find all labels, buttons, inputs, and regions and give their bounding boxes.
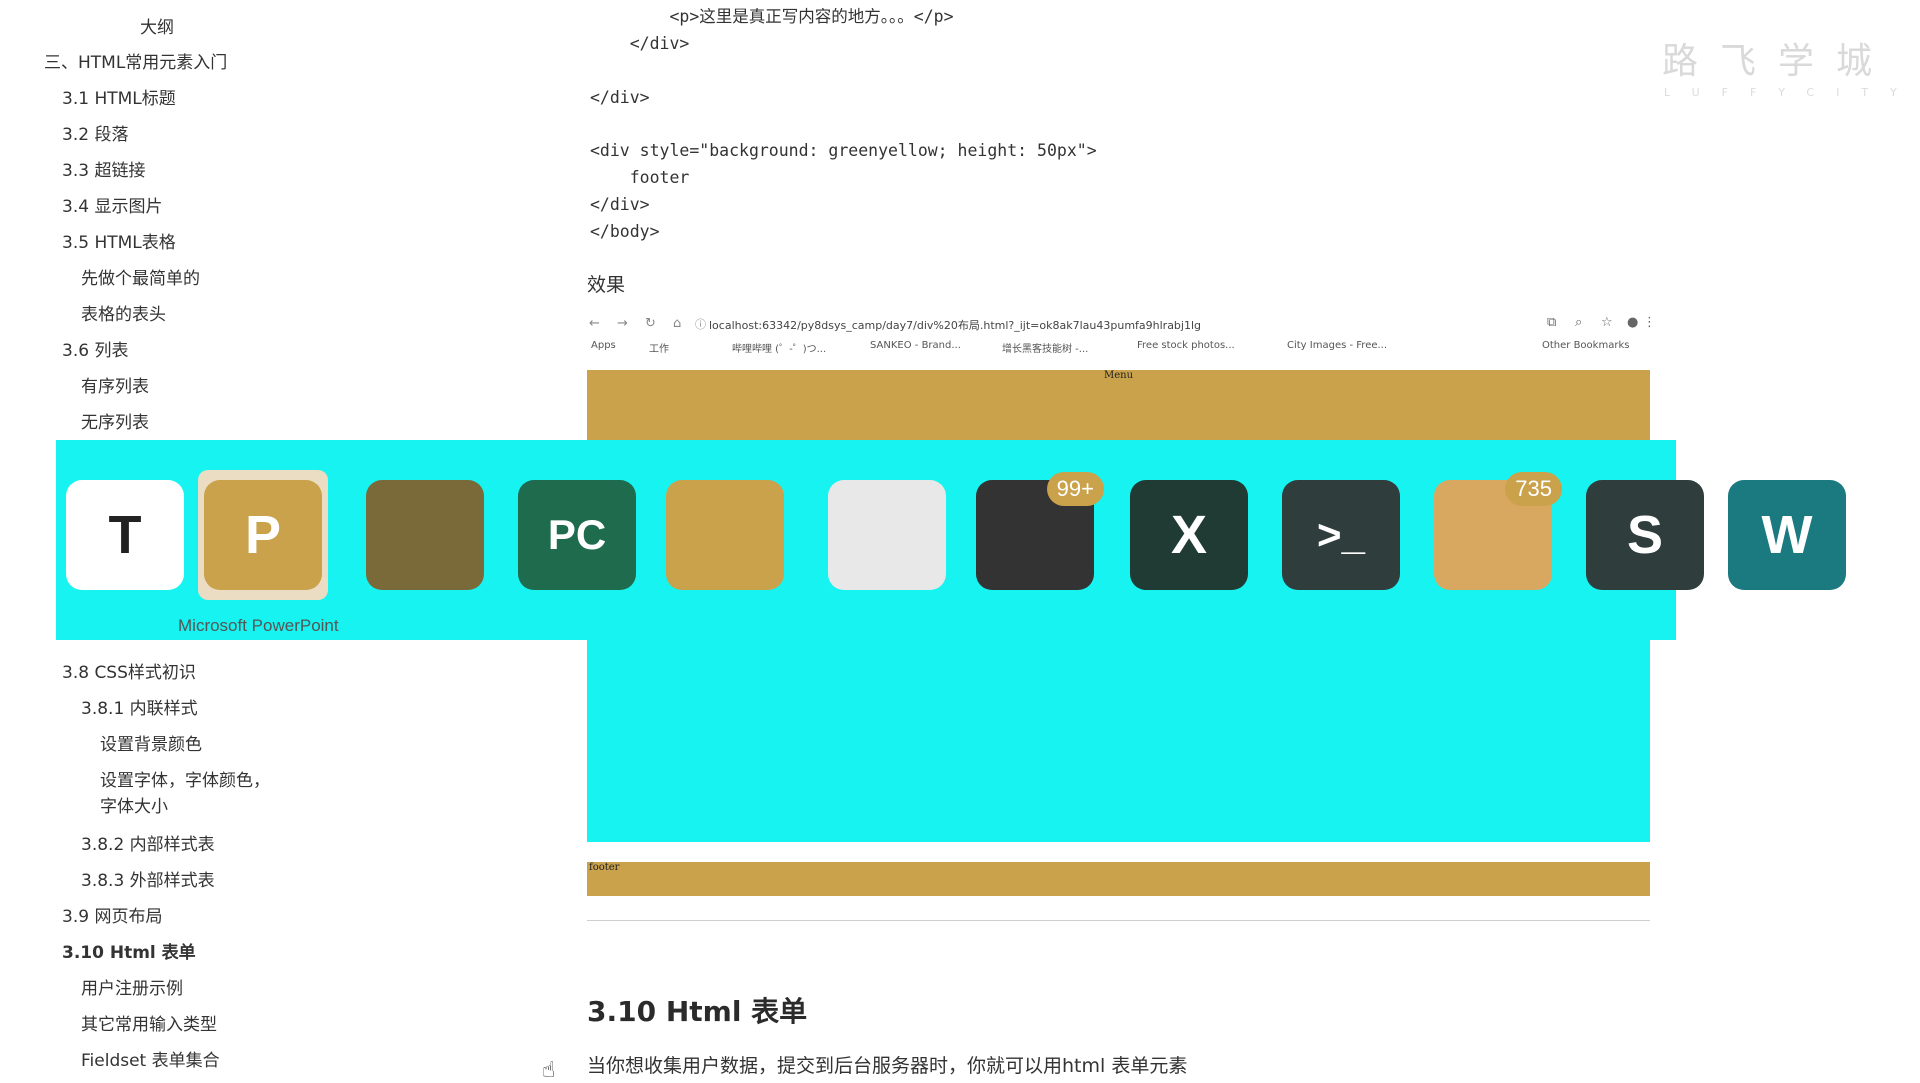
outline-item[interactable]: 3.6 列表 [62,336,128,361]
content-white-strip [744,842,1650,862]
outline-item[interactable]: 三、HTML常用元素入门 [44,48,227,73]
app-icon: X [1130,480,1248,590]
outline-item[interactable]: 3.5 HTML表格 [62,228,176,253]
back-arrow-icon: ← [589,316,600,331]
reload-icon: ↻ [645,316,656,331]
watermark-subtitle: LUFFYCITY [1664,86,1919,99]
browser-toolbar: ← → ↻ ⌂ ⓘ localhost:63342/py8dsys_camp/d… [587,312,1656,336]
app-icon: T [66,480,184,590]
footer-region: footer [587,862,1650,896]
app-icon: 735 [1434,472,1562,590]
code-block: <p>这里是真正写内容的地方。。。</p> </div> </div> <div… [590,4,1097,246]
menu-label: Menu [1103,370,1134,381]
app-finder[interactable] [822,470,952,600]
app-movie-app[interactable] [360,470,490,600]
notification-badge: 99+ [1046,472,1104,506]
outline-item[interactable]: 无序列表 [81,408,149,433]
app-mail[interactable]: 735 [1428,470,1562,600]
app-icon [666,480,784,590]
outline-item[interactable]: 设置字体，字体颜色， [100,766,270,791]
footer-label: footer [589,862,620,873]
code-line: footer [590,168,690,188]
app-icon: W [1728,480,1846,590]
translate-icon: ⧉ [1547,315,1557,330]
outline-item[interactable]: 3.8.3 外部样式表 [81,866,215,891]
app-icon: >_ [1282,480,1400,590]
outline-item[interactable]: 字体大小 [100,792,168,817]
bookmark-item[interactable]: 哔哩哔哩 (゜-゜)つ... [732,340,826,355]
more-icon: ⋮ [1643,315,1656,330]
outline-item[interactable]: 3.1 HTML标题 [62,84,176,109]
selected-app-caption: Microsoft PowerPoint [178,616,339,635]
app-typora[interactable]: T [60,470,190,600]
home-icon: ⌂ [673,316,682,331]
forward-arrow-icon: → [617,316,628,331]
zoom-icon: ⌕ [1575,315,1583,330]
app-microsoft-powerpoint[interactable]: P [198,470,328,600]
code-line: </body> [590,222,660,242]
outline-item[interactable]: 先做个最简单的 [81,264,200,289]
effect-label: 效果 [587,274,626,296]
app-icon: 99+ [976,472,1104,590]
outline-item[interactable]: 设置背景颜色 [100,730,202,755]
outline-item[interactable]: 有序列表 [81,372,149,397]
code-line: </div> [590,87,650,107]
outline-item[interactable]: 3.3 超链接 [62,156,145,181]
section-paragraph: 当你想收集用户数据，提交到后台服务器时，你就可以用html 表单元素 [587,1055,1188,1077]
divider [587,920,1650,921]
outline-item[interactable]: 其它常用输入类型 [81,1010,217,1035]
app-icon [828,480,946,590]
info-icon: ⓘ [695,318,706,331]
star-icon: ☆ [1601,315,1613,330]
code-line: </div> [590,33,690,53]
watermark-logo: 路飞学城 [1662,41,1895,82]
notification-badge: 735 [1505,472,1562,506]
section-heading: 3.10 Html 表单 [587,995,808,1028]
app-sublime-text[interactable]: S [1580,470,1710,600]
outline-item[interactable]: 3.8.1 内联样式 [81,694,198,719]
outline-item[interactable]: 3.8.2 内部样式表 [81,830,215,855]
outline-item[interactable]: 3.4 显示图片 [62,192,162,217]
outline-item[interactable]: 用户注册示例 [81,974,183,999]
code-line: <p>这里是真正写内容的地方。。。</p> [590,7,954,26]
code-line: <div style="background: greenyellow; hei… [590,141,1097,161]
code-line: </div> [590,195,650,215]
hand-cursor-icon: ☝ [542,1058,556,1083]
outline-item[interactable]: 表格的表头 [81,300,166,325]
bookmark-item[interactable]: 工作 [649,340,669,355]
app-icon [366,480,484,590]
app-pycharm[interactable]: PC [512,470,642,600]
outline-item[interactable]: Fieldset 表单集合 [81,1046,220,1071]
app-icon: S [1586,480,1704,590]
app-icon: PC [518,480,636,590]
outline-item[interactable]: 3.10 Html 表单 [62,938,196,963]
app-icon: P [204,480,322,590]
bookmark-item[interactable]: Other Bookmarks [1542,340,1629,351]
app-microsoft-word[interactable]: W [1722,470,1852,600]
browser-url: localhost:63342/py8dsys_camp/day7/div%20… [709,319,1202,332]
bookmark-item[interactable]: Free stock photos... [1137,340,1235,351]
app-qq[interactable]: 99+ [970,470,1104,600]
bookmark-item[interactable]: City Images - Free... [1287,340,1387,351]
bookmark-item[interactable]: 增长黑客技能树 -... [1002,340,1088,355]
bookmark-item[interactable]: Apps [591,340,616,351]
outline-item[interactable]: 3.8 CSS样式初识 [62,658,196,683]
app-microsoft-excel[interactable]: X [1124,470,1254,600]
outline-title: 大纲 [140,18,174,38]
bookmark-item[interactable]: SANKEO - Brand... [870,340,961,351]
app-google-chrome[interactable] [660,470,790,600]
outline-item[interactable]: 3.9 网页布局 [62,902,162,927]
outline-item[interactable]: 3.2 段落 [62,120,128,145]
profile-icon: ● [1627,315,1639,330]
bookmarks-bar: Apps 工作 哔哩哔哩 (゜-゜)つ... SANKEO - Brand... 增长黑… [587,338,1650,356]
app-terminal[interactable]: >_ [1276,470,1406,600]
